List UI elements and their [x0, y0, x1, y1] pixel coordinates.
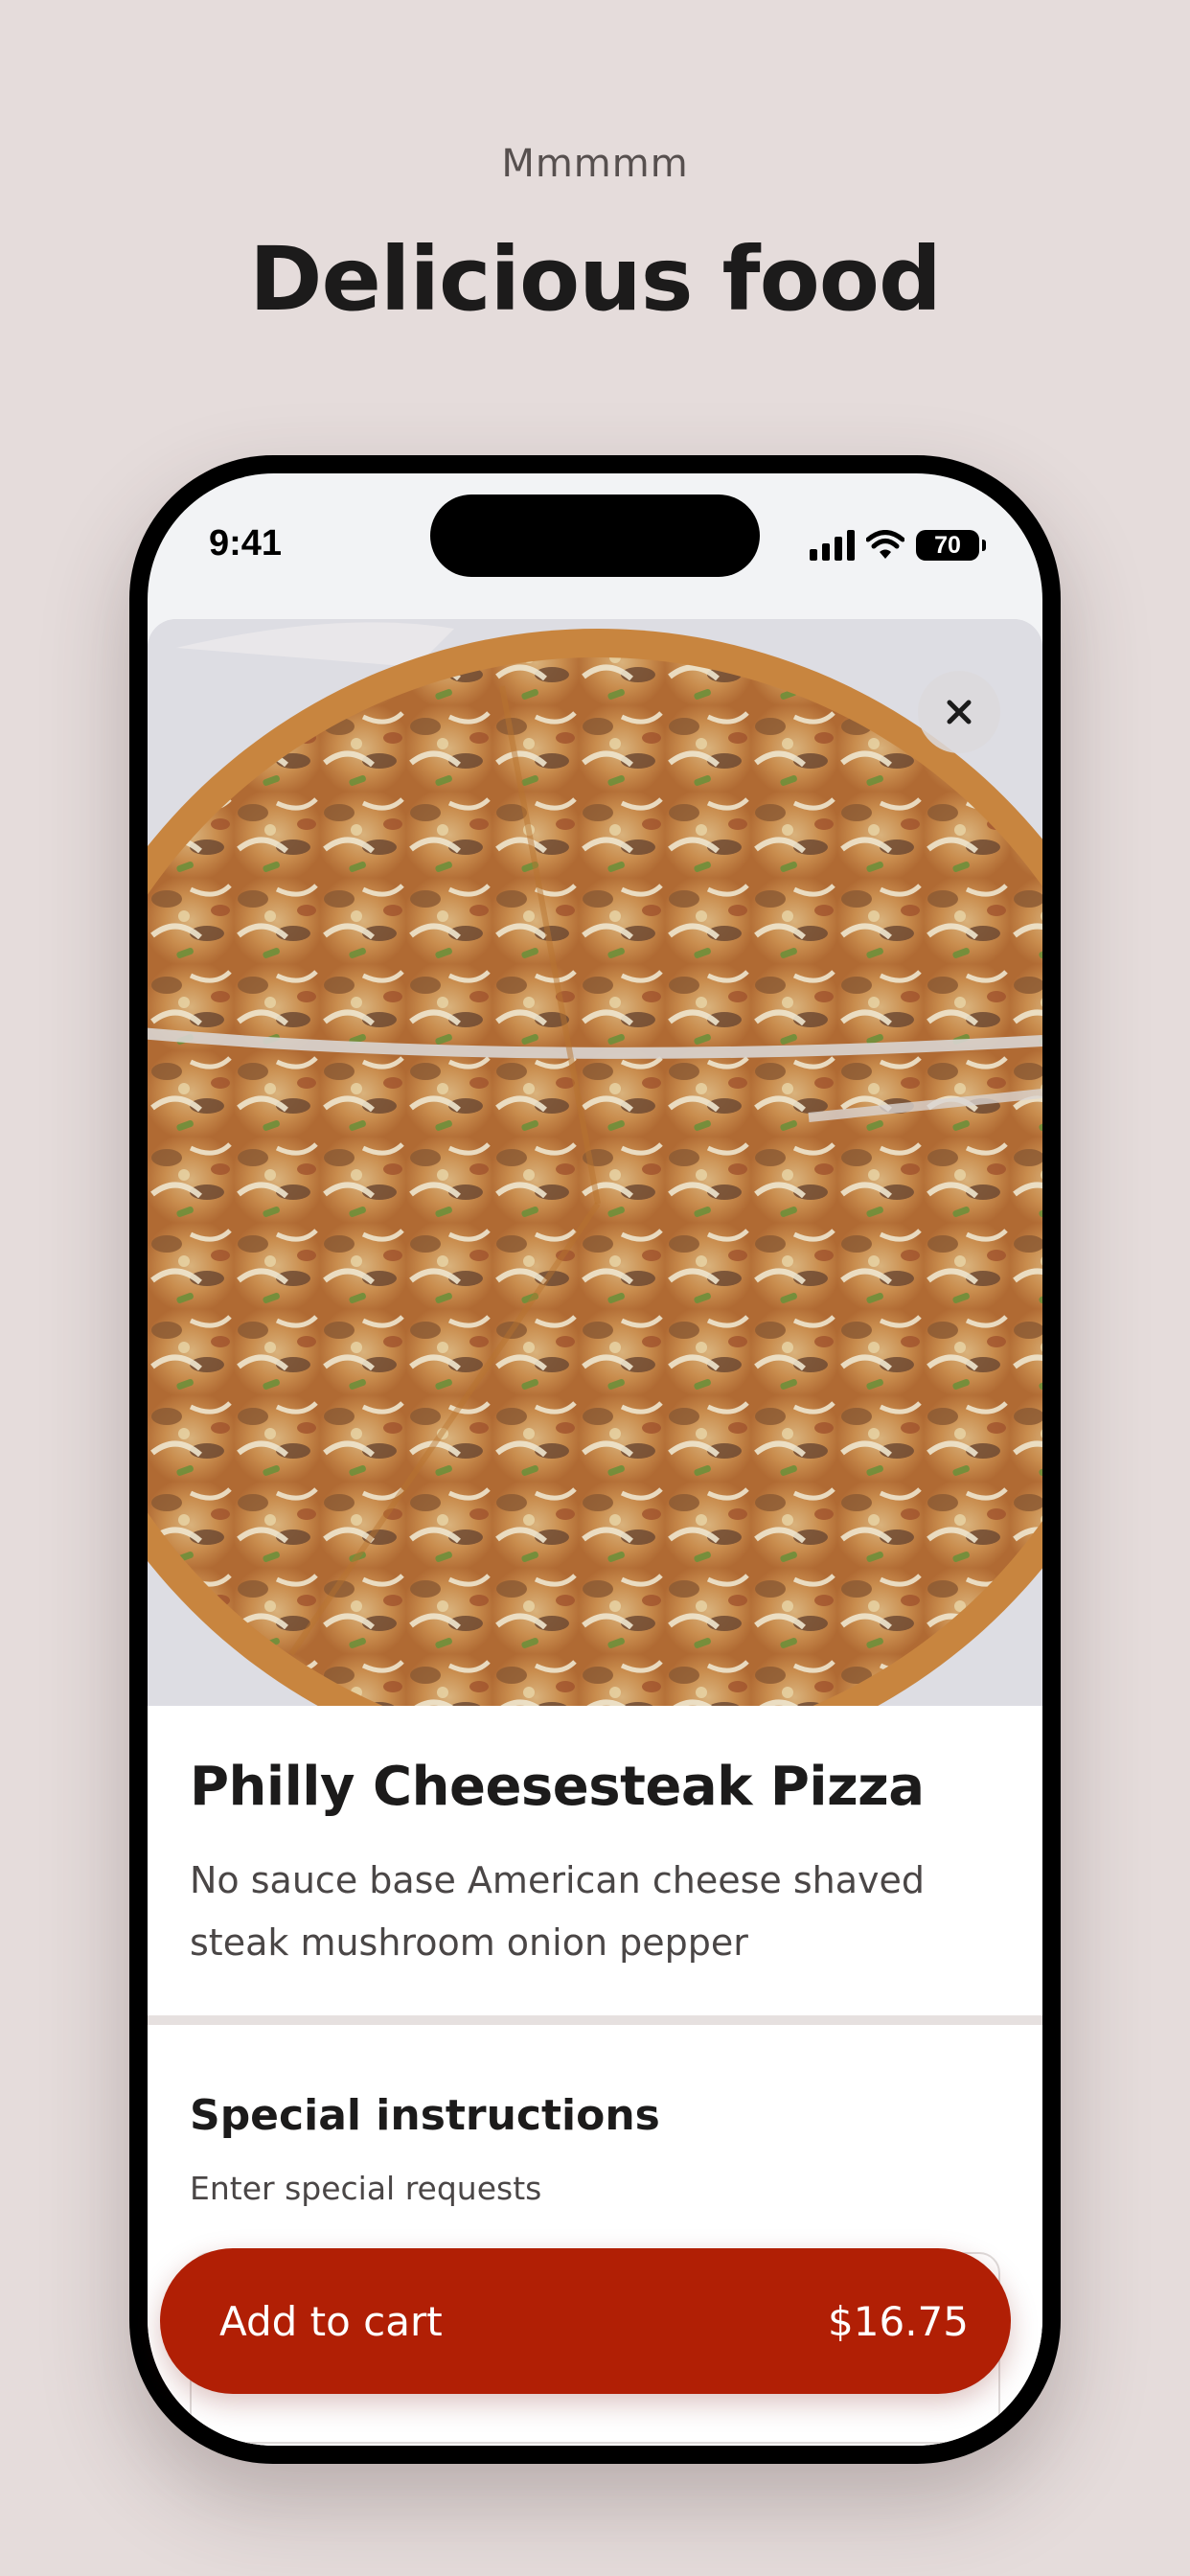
pizza-photo — [148, 619, 1042, 1706]
promo-title: Delicious food — [249, 228, 942, 331]
pizza-illustration — [148, 619, 1042, 1706]
promo-subtitle: Mmmmm — [501, 142, 689, 186]
item-name: Philly Cheesesteak Pizza — [190, 1756, 925, 1818]
phone-screen: 9:41 70 Philly Cheesesteak Pizza No sauc… — [148, 473, 1042, 2446]
add-to-cart-button[interactable]: Add to cart $16.75 — [160, 2248, 1011, 2394]
add-to-cart-label: Add to cart — [219, 2297, 443, 2345]
item-description: No sauce base American cheese shaved ste… — [190, 1859, 925, 1964]
phone-frame: 9:41 70 Philly Cheesesteak Pizza No sauc… — [129, 455, 1061, 2464]
dynamic-island — [430, 494, 760, 577]
status-time: 9:41 — [209, 523, 283, 564]
status-icons: 70 — [810, 529, 986, 562]
close-icon — [947, 700, 972, 724]
close-button[interactable] — [918, 671, 1000, 753]
section-divider — [148, 2015, 1042, 2025]
cart-price: $16.75 — [828, 2297, 969, 2345]
battery-icon: 70 — [916, 530, 986, 561]
wifi-icon — [866, 530, 904, 559]
signal-icon — [810, 530, 855, 561]
special-instructions-hint: Enter special requests — [190, 2170, 542, 2207]
special-instructions-title: Special instructions — [190, 2091, 660, 2140]
